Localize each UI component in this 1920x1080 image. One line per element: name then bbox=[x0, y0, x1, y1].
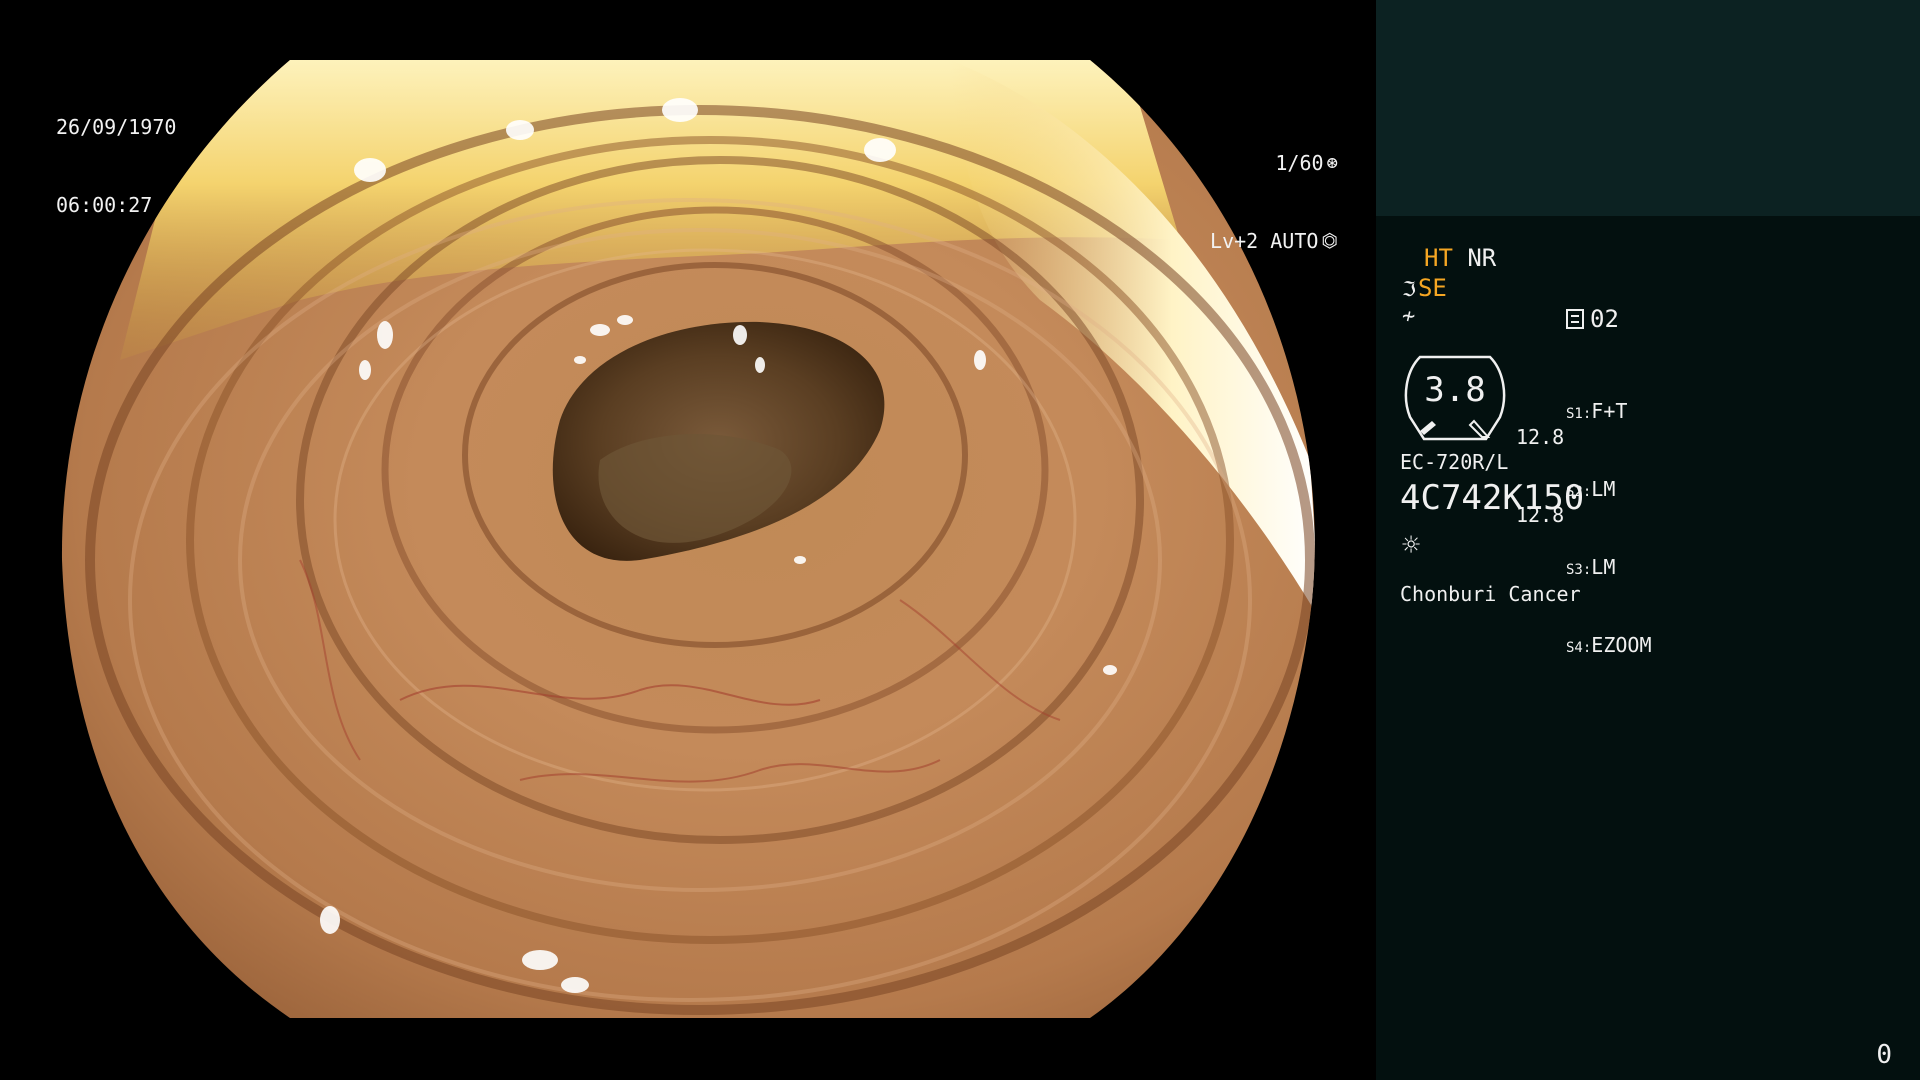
memory-value: 02 bbox=[1590, 305, 1619, 333]
switch-key: S4: bbox=[1566, 640, 1592, 656]
switch-value: EZOOM bbox=[1591, 633, 1652, 657]
scope-switches: S1:F+T S2:LM S3:LM S4:EZOOM bbox=[1566, 349, 1652, 711]
switch-s4: S4:EZOOM bbox=[1566, 633, 1652, 661]
switch-s3: S3:LM bbox=[1566, 555, 1652, 583]
ht-label: HT bbox=[1424, 244, 1453, 272]
colon-lumen-image bbox=[61, 60, 1315, 1018]
nr-label: NR bbox=[1467, 244, 1497, 272]
switch-value: F+T bbox=[1591, 399, 1628, 423]
memory-card-icon bbox=[1566, 309, 1584, 329]
iris-mode: Lv+2 AUTO bbox=[1210, 229, 1319, 253]
scope-serial: 4C742K150 bbox=[1400, 478, 1585, 518]
iris-icon: ⏣ bbox=[1321, 230, 1338, 252]
endoscopy-screen: 26/09/1970 06:00:27 1/60 ⊛ Lv+2 AUTO ⏣ H… bbox=[0, 0, 1920, 1080]
scope-model: EC-720R/L bbox=[1400, 450, 1509, 474]
structure-enhance-row: ℑSE bbox=[1402, 274, 1447, 302]
endoscopic-view: 26/09/1970 06:00:27 1/60 ⊛ Lv+2 AUTO ⏣ bbox=[0, 0, 1376, 1080]
info-panel: HT NR ℑSE ≁ 02 3.8 12.8 12.8 S1:F+T S2:L… bbox=[1376, 0, 1920, 1080]
memory-row: 02 bbox=[1566, 305, 1619, 333]
exam-date: 26/09/1970 bbox=[56, 115, 177, 139]
se-label: SE bbox=[1417, 274, 1447, 302]
switch-key: S1: bbox=[1566, 406, 1592, 422]
structure-enhance-icon: ℑ bbox=[1402, 277, 1416, 301]
freeze-icon: ≁ bbox=[1402, 304, 1416, 329]
image-counter: 0 bbox=[1876, 1040, 1892, 1070]
shutter-speed: 1/60 bbox=[1275, 151, 1324, 175]
aperture-icon: ⊛ bbox=[1326, 152, 1338, 174]
enhancement-row: HT NR bbox=[1424, 244, 1496, 272]
scope-diameter: 3.8 bbox=[1424, 370, 1486, 410]
switch-s1: S1:F+T bbox=[1566, 399, 1652, 427]
exposure-settings: 1/60 ⊛ Lv+2 AUTO ⏣ bbox=[1210, 98, 1338, 306]
info-panel-header bbox=[1376, 0, 1920, 216]
switch-value: LM bbox=[1591, 477, 1616, 501]
light-source-icon: ☼ bbox=[1402, 528, 1421, 563]
exam-time: 06:00:27 bbox=[56, 193, 153, 217]
hospital-name: Chonburi Cancer bbox=[1400, 582, 1581, 606]
switch-value: LM bbox=[1591, 555, 1616, 579]
switch-key: S3: bbox=[1566, 562, 1592, 578]
exam-datetime: 26/09/1970 06:00:27 bbox=[56, 62, 176, 270]
